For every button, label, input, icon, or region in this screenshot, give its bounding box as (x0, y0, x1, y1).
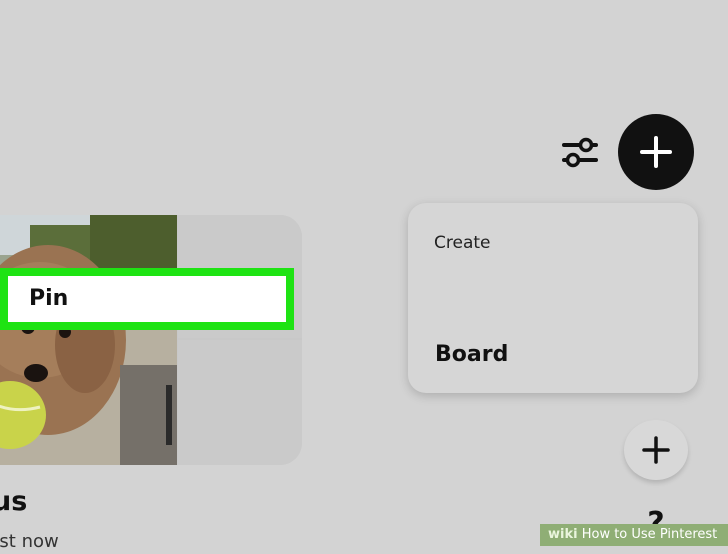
board-meta: ust now (0, 531, 59, 552)
board-card[interactable] (0, 215, 302, 465)
menu-item-board[interactable]: Board (408, 330, 698, 380)
sliders-icon (562, 137, 598, 168)
create-button[interactable] (618, 114, 694, 190)
watermark-text: How to Use Pinterest (581, 527, 718, 542)
watermark-brand: wiki (548, 527, 578, 542)
filter-button[interactable] (558, 132, 602, 172)
board-tile-bottom (178, 340, 302, 465)
board-cover-image (0, 215, 177, 465)
plus-icon (642, 436, 670, 464)
watermark: wiki How to Use Pinterest (540, 524, 728, 546)
create-menu: Create Board (408, 203, 698, 393)
plus-icon (640, 136, 672, 168)
create-menu-header: Create (434, 233, 491, 253)
board-title[interactable]: us (0, 484, 27, 520)
menu-item-pin[interactable]: Pin (0, 268, 294, 330)
floating-create-button[interactable] (624, 420, 688, 480)
